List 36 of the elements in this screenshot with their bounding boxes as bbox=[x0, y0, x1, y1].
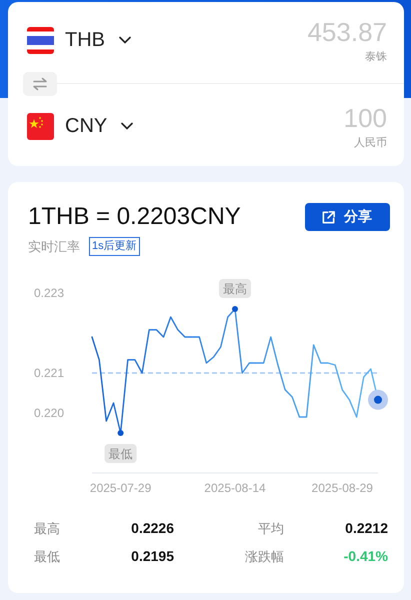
stat-value: 0.2212 bbox=[344, 520, 388, 538]
axis-label: 0.223 bbox=[34, 286, 64, 300]
stat-label: 最低 bbox=[34, 548, 61, 566]
point-label: 最低 bbox=[104, 444, 137, 463]
share-icon bbox=[321, 210, 336, 224]
swap-button[interactable] bbox=[23, 72, 57, 96]
axis-label: 0.221 bbox=[34, 366, 64, 380]
current-point bbox=[368, 390, 388, 410]
currency-code: CNY bbox=[65, 114, 108, 138]
stat-value: 0.2195 bbox=[130, 548, 174, 566]
exchange-rate: 1THB = 0.2203CNY bbox=[27, 203, 241, 231]
currency-name: 人民币 bbox=[354, 136, 387, 150]
annotation: 最高 bbox=[223, 282, 247, 296]
stat-label: 平均 bbox=[257, 520, 284, 538]
currency-selector[interactable]: CNY bbox=[27, 112, 134, 140]
axis-label: 2025-08-29 bbox=[312, 481, 373, 495]
flag-icon bbox=[27, 26, 54, 54]
flag-icon bbox=[27, 112, 54, 140]
axis-label: 0.220 bbox=[34, 406, 64, 420]
point-label: 最高 bbox=[219, 279, 251, 298]
share-button[interactable]: 分享 bbox=[305, 203, 390, 231]
currency-code: THB bbox=[65, 28, 105, 52]
stat-label: 涨跌幅 bbox=[244, 548, 284, 566]
swap-icon bbox=[32, 77, 48, 91]
currency-name: 泰铢 bbox=[365, 50, 387, 64]
stat-value: -0.41% bbox=[342, 548, 388, 566]
marker-dot bbox=[232, 306, 238, 312]
axis-label: 2025-07-29 bbox=[90, 481, 152, 495]
stat-value: 0.2226 bbox=[130, 520, 174, 538]
rate-label: 实时汇率 bbox=[28, 238, 80, 256]
marker-dot bbox=[118, 430, 124, 436]
stat-label: 最高 bbox=[34, 520, 61, 538]
axis-label: 2025-08-14 bbox=[204, 481, 266, 495]
annotation: 最低 bbox=[108, 447, 133, 461]
currency-selector[interactable]: THB bbox=[27, 26, 132, 54]
update-badge: 1s后更新 bbox=[89, 237, 140, 256]
